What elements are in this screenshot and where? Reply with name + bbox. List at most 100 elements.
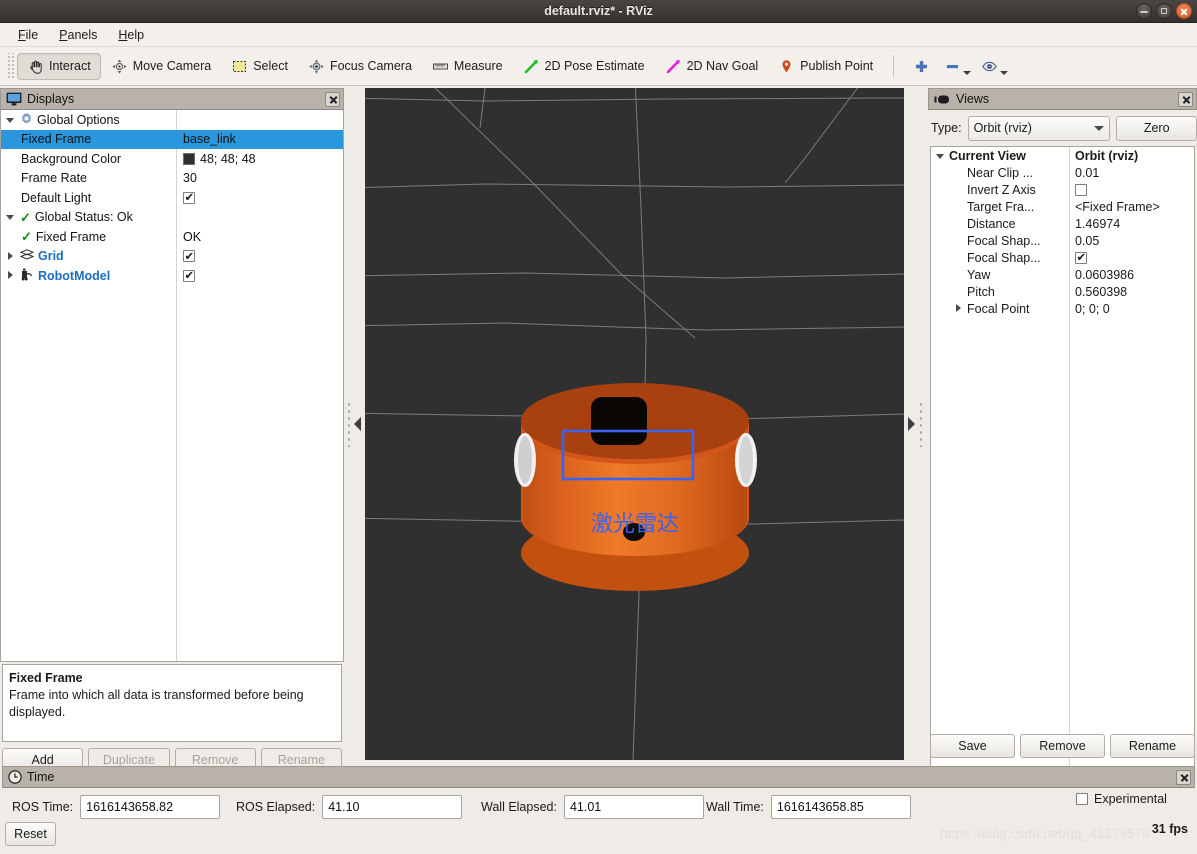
- view-row-focal-shap[interactable]: Focal Shap...: [931, 249, 1194, 266]
- display-row-frame-rate[interactable]: Frame Rate 30: [1, 169, 343, 189]
- menu-panels[interactable]: Panels: [50, 26, 106, 44]
- display-row-value-cell[interactable]: 48; 48; 48: [176, 152, 256, 166]
- rename-view-button[interactable]: Rename: [1110, 734, 1195, 758]
- close-icon[interactable]: [1176, 3, 1192, 19]
- display-row-value-cell[interactable]: [176, 190, 195, 204]
- column-divider[interactable]: [1069, 147, 1070, 815]
- menubar: File Panels Help: [0, 23, 1197, 47]
- display-row-label-cell: Global Options: [1, 112, 176, 128]
- ros-elapsed-input[interactable]: 41.10: [322, 795, 463, 819]
- view-row-value-cell[interactable]: Orbit (rviz): [1069, 149, 1138, 163]
- experimental-checkbox[interactable]: [1076, 793, 1088, 805]
- display-row-value-cell[interactable]: [176, 249, 195, 263]
- tool-interact[interactable]: Interact: [17, 52, 101, 80]
- chevron-down-icon[interactable]: [963, 70, 972, 75]
- close-icon[interactable]: [1176, 769, 1191, 785]
- save-view-button[interactable]: Save: [930, 734, 1015, 758]
- display-row-global-options[interactable]: Global Options: [1, 110, 343, 130]
- display-row-grid[interactable]: Grid: [1, 247, 343, 267]
- display-row-fixed-frame[interactable]: ✓ Fixed Frame OK: [1, 227, 343, 247]
- right-splitter-handle[interactable]: [904, 88, 925, 760]
- display-row-default-light[interactable]: Default Light: [1, 188, 343, 208]
- view-row-distance[interactable]: Distance 1.46974: [931, 215, 1194, 232]
- display-row-global-status-ok[interactable]: ✓ Global Status: Ok: [1, 208, 343, 228]
- view-row-value-cell[interactable]: 0; 0; 0: [1069, 302, 1110, 316]
- chevron-down-icon[interactable]: [5, 114, 16, 125]
- view-row-focal-shap[interactable]: Focal Shap... 0.05: [931, 232, 1194, 249]
- ros-time-input[interactable]: 1616143658.82: [80, 795, 221, 819]
- tool-publish-point[interactable]: Publish Point: [768, 53, 883, 80]
- view-row-value-cell[interactable]: 0.560398: [1069, 285, 1127, 299]
- minimize-icon[interactable]: [1136, 3, 1152, 19]
- time-panel: Time ROS Time: 1616143658.82 ROS Elapsed…: [0, 766, 1197, 854]
- display-row-value-cell[interactable]: base_link: [176, 132, 236, 146]
- view-row-value-cell[interactable]: 0.01: [1069, 166, 1099, 180]
- view-row-value-cell[interactable]: 0.05: [1069, 234, 1099, 248]
- view-row-checkbox[interactable]: [1075, 250, 1087, 264]
- chevron-down-icon[interactable]: [1000, 70, 1009, 75]
- display-row-value-cell[interactable]: 30: [176, 171, 197, 185]
- chevron-right-icon[interactable]: [5, 251, 16, 262]
- view-row-value-cell[interactable]: 0.0603986: [1069, 268, 1134, 282]
- tool-select[interactable]: Select: [221, 53, 298, 80]
- view-row-value: 0.05: [1075, 233, 1100, 248]
- display-row-robotmodel[interactable]: RobotModel: [1, 266, 343, 286]
- menu-help[interactable]: Help: [109, 26, 153, 44]
- enable-checkbox[interactable]: [183, 268, 195, 282]
- tool-2d-pose-estimate[interactable]: 2D Pose Estimate: [513, 53, 655, 80]
- tool-2d-nav-goal[interactable]: 2D Nav Goal: [655, 53, 769, 80]
- chevron-down-icon[interactable]: [5, 212, 16, 223]
- display-row-background-color[interactable]: Background Color 48; 48; 48: [1, 149, 343, 169]
- collapse-left-arrow-icon[interactable]: [354, 417, 361, 431]
- remove-tool-button[interactable]: [939, 53, 976, 80]
- views-tree[interactable]: Current View Orbit (rviz) Near Clip ... 0.0…: [930, 146, 1195, 816]
- color-swatch[interactable]: [183, 152, 195, 165]
- view-row-value-cell[interactable]: [1069, 183, 1087, 196]
- left-splitter-handle[interactable]: [344, 88, 365, 760]
- view-row-value-cell[interactable]: <Fixed Frame>: [1069, 200, 1160, 214]
- visibility-button[interactable]: [976, 53, 1013, 80]
- view-row-invert-z-axis[interactable]: Invert Z Axis: [931, 181, 1194, 198]
- close-icon[interactable]: [1178, 91, 1193, 107]
- view-row-target-fra[interactable]: Target Fra... <Fixed Frame>: [931, 198, 1194, 215]
- chevron-down-icon[interactable]: [935, 150, 946, 161]
- view-row-yaw[interactable]: Yaw 0.0603986: [931, 266, 1194, 283]
- view-row-label: Focal Point: [967, 301, 1030, 316]
- 3d-render-viewport[interactable]: 激光雷达: [365, 88, 904, 760]
- add-tool-button[interactable]: [904, 53, 939, 80]
- menu-file[interactable]: File: [9, 26, 47, 44]
- view-row-near-clip[interactable]: Near Clip ... 0.01: [931, 164, 1194, 181]
- tool-focus-camera[interactable]: Focus Camera: [298, 53, 422, 80]
- view-row-focal-point[interactable]: Focal Point 0; 0; 0: [931, 300, 1194, 317]
- display-row-value-cell[interactable]: [176, 268, 195, 282]
- view-row-pitch[interactable]: Pitch 0.560398: [931, 283, 1194, 300]
- remove-view-button[interactable]: Remove: [1020, 734, 1105, 758]
- displays-tree[interactable]: Global Options Fixed Frame base_link Backgr…: [0, 110, 344, 662]
- chevron-right-icon[interactable]: [953, 303, 964, 314]
- display-row-value-cell[interactable]: OK: [176, 230, 201, 244]
- collapse-right-arrow-icon[interactable]: [908, 417, 915, 431]
- toolbar-grip[interactable]: [6, 53, 14, 79]
- view-row-value-cell[interactable]: 1.46974: [1069, 217, 1120, 231]
- experimental-toggle[interactable]: Experimental: [1076, 792, 1167, 806]
- view-row-label-cell: Yaw: [931, 268, 1069, 282]
- view-row-value-cell[interactable]: [1069, 250, 1087, 264]
- view-row-current-view[interactable]: Current View Orbit (rviz): [931, 147, 1194, 164]
- tool-measure[interactable]: Measure: [422, 53, 513, 80]
- reset-button[interactable]: Reset: [5, 822, 56, 846]
- display-row-fixed-frame[interactable]: Fixed Frame base_link: [1, 129, 343, 149]
- chevron-right-icon[interactable]: [5, 270, 16, 281]
- enable-checkbox[interactable]: [183, 249, 195, 263]
- maximize-icon[interactable]: [1156, 3, 1172, 19]
- tool-publish-point-label: Publish Point: [800, 59, 874, 73]
- wall-elapsed-input[interactable]: 41.01: [563, 795, 704, 819]
- tool-move-camera[interactable]: Move Camera: [101, 53, 222, 80]
- wall-time-input[interactable]: 1616143658.85: [770, 795, 911, 819]
- magenta-arrow-icon: [665, 58, 682, 75]
- tool-2d-pose-estimate-label: 2D Pose Estimate: [544, 59, 645, 73]
- view-row-checkbox[interactable]: [1075, 183, 1087, 196]
- view-type-select[interactable]: Orbit (rviz): [967, 115, 1111, 141]
- close-icon[interactable]: [325, 91, 340, 107]
- zero-button[interactable]: Zero: [1116, 115, 1197, 141]
- enable-checkbox[interactable]: [183, 190, 195, 204]
